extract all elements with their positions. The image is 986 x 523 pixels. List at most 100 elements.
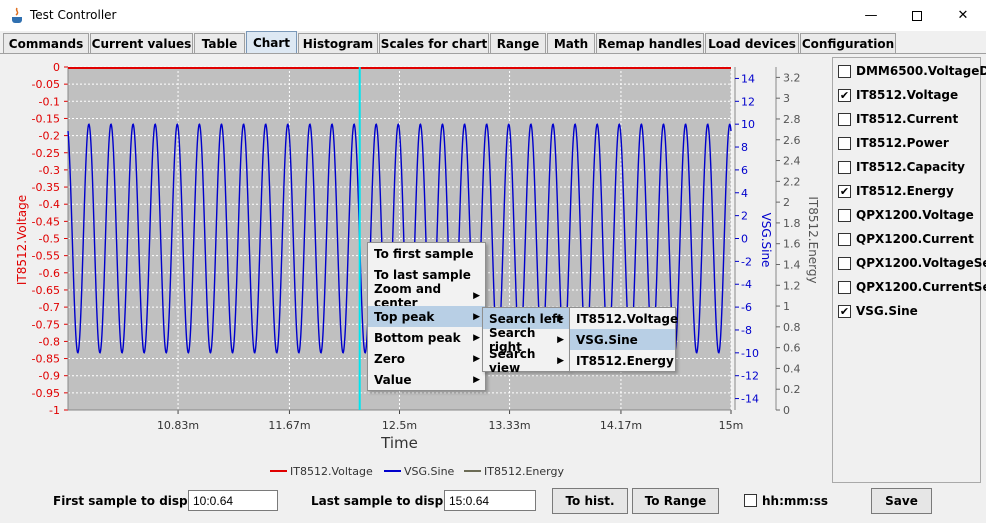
y-left-tick-label: -0.8 (39, 335, 60, 348)
menu-item-label: Bottom peak (374, 330, 461, 345)
legend-label: VSG.Sine (404, 465, 455, 478)
tab-scales-for-chart[interactable]: Scales for chart (379, 33, 489, 54)
channel-label: IT8512.Voltage (856, 88, 959, 102)
y-right2-tick-label: 2.4 (783, 155, 801, 168)
channel-item[interactable]: IT8512.Power (838, 134, 949, 152)
checked-checkbox[interactable]: ✔ (838, 88, 851, 102)
menu-item[interactable]: Top peak ▶ (368, 306, 485, 327)
y-right1-tick-label: 8 (741, 141, 748, 154)
menu-item-label: Search left (489, 311, 563, 326)
menu-item[interactable]: Zoom and center ▶ (368, 282, 485, 310)
x-tick-label: 10.83m (157, 419, 199, 432)
y-left-tick-label: -0.9 (39, 370, 60, 383)
bottom-bar: First sample to display: Last sample to … (0, 484, 986, 523)
tab-label: Configuration (801, 37, 895, 51)
channel-item[interactable]: ✔ VSG.Sine (838, 302, 918, 320)
menu-item-label: Value (374, 372, 412, 387)
menu-item[interactable]: Search view ▶ (483, 347, 569, 375)
menu-item-label: Zero (374, 351, 406, 366)
y-right2-tick-label: 2.8 (783, 113, 801, 126)
y-left-tick-label: -1 (49, 404, 60, 417)
save-button[interactable]: Save (871, 488, 932, 514)
channel-label: QPX1200.Voltage (856, 208, 974, 222)
y-right2-tick-label: 0.4 (783, 362, 801, 375)
channel-item[interactable]: QPX1200.VoltageSet (838, 254, 986, 272)
unchecked-checkbox[interactable] (838, 232, 851, 246)
y-right2-tick-label: 1.4 (783, 258, 801, 271)
x-axis-label: Time (380, 434, 418, 452)
x-tick-label: 13.33m (488, 419, 530, 432)
tab-remap-handles[interactable]: Remap handles (596, 33, 704, 54)
unchecked-checkbox[interactable] (838, 256, 851, 270)
y-right2-tick-label: 1 (783, 300, 790, 313)
y-right1-tick-label: -10 (741, 347, 759, 360)
y-left-tick-label: -0.6 (39, 267, 60, 280)
last-sample-input[interactable] (444, 490, 536, 511)
channel-item[interactable]: ✔ IT8512.Energy (838, 182, 954, 200)
to-hist-button[interactable]: To hist. (552, 488, 628, 514)
tab-configuration[interactable]: Configuration (800, 33, 896, 54)
menu-item-label: IT8512.Voltage (576, 311, 679, 326)
menu-item[interactable]: IT8512.Voltage (570, 308, 679, 329)
menu-item[interactable]: To first sample (368, 243, 485, 264)
y-left-axis-label: IT8512.Voltage (15, 195, 29, 285)
submenu-arrow-icon: ▶ (473, 374, 480, 385)
y-right2-tick-label: 3 (783, 92, 790, 105)
channel-item[interactable]: IT8512.Current (838, 110, 958, 128)
tab-commands[interactable]: Commands (3, 33, 89, 54)
context-menu: To first sample To last sample Zoom and ce… (367, 242, 486, 391)
window-title: Test Controller (30, 8, 117, 22)
tab-range[interactable]: Range (490, 33, 546, 54)
tab-label: Commands (8, 37, 84, 51)
first-sample-input[interactable] (188, 490, 278, 511)
to-range-button[interactable]: To Range (632, 488, 719, 514)
channel-item[interactable]: QPX1200.Voltage (838, 206, 974, 224)
y-left-tick-label: -0.35 (32, 181, 60, 194)
unchecked-checkbox[interactable] (838, 64, 851, 78)
tab-table[interactable]: Table (194, 33, 245, 54)
tab-current-values[interactable]: Current values (90, 33, 193, 54)
y-right1-tick-label: -12 (741, 370, 759, 383)
y-right2-tick-label: 0.2 (783, 383, 801, 396)
checked-checkbox[interactable]: ✔ (838, 184, 851, 198)
channel-item[interactable]: QPX1200.CurrentSet (838, 278, 986, 296)
menu-item[interactable]: VSG.Sine (570, 329, 675, 350)
menu-item[interactable]: Zero ▶ (368, 348, 485, 369)
unchecked-checkbox[interactable] (838, 280, 851, 294)
menu-item[interactable]: Value ▶ (368, 369, 485, 390)
tab-label: Load devices (708, 37, 796, 51)
maximize-icon (912, 10, 922, 21)
unchecked-checkbox[interactable] (838, 160, 851, 174)
checked-checkbox[interactable]: ✔ (838, 304, 851, 318)
tab-divider (0, 53, 986, 54)
y-left-tick-label: -0.15 (32, 112, 60, 125)
y-right1-tick-label: -8 (741, 324, 752, 337)
menu-item-label: VSG.Sine (576, 332, 638, 347)
tab-label: Remap handles (598, 37, 702, 51)
channel-item[interactable]: QPX1200.Current (838, 230, 974, 248)
tab-math[interactable]: Math (547, 33, 595, 54)
channel-label: IT8512.Energy (856, 184, 954, 198)
unchecked-checkbox[interactable] (838, 208, 851, 222)
unchecked-checkbox[interactable] (838, 112, 851, 126)
y-left-tick-label: 0 (53, 61, 60, 74)
channel-item[interactable]: IT8512.Capacity (838, 158, 965, 176)
submenu-arrow-icon: ▶ (473, 332, 480, 343)
channel-label: DMM6500.VoltageDC (856, 64, 986, 78)
close-button[interactable]: ✕ (940, 0, 986, 31)
tab-label: Histogram (302, 37, 374, 51)
channel-item[interactable]: DMM6500.VoltageDC (838, 62, 986, 80)
hhmmss-checkbox[interactable] (744, 494, 757, 507)
channel-label: QPX1200.VoltageSet (856, 256, 986, 270)
unchecked-checkbox[interactable] (838, 136, 851, 150)
menu-item-label: IT8512.Energy (576, 353, 674, 368)
minimize-button[interactable]: — (848, 0, 894, 31)
menu-item[interactable]: IT8512.Energy (570, 350, 675, 371)
menu-item[interactable]: Bottom peak ▶ (368, 327, 485, 348)
tab-histogram[interactable]: Histogram (298, 33, 378, 54)
tab-chart[interactable]: Chart (246, 31, 297, 54)
maximize-button[interactable] (894, 0, 940, 31)
tab-load-devices[interactable]: Load devices (705, 33, 799, 54)
channel-item[interactable]: ✔ IT8512.Voltage (838, 86, 958, 104)
submenu-arrow-icon: ▶ (557, 355, 564, 366)
